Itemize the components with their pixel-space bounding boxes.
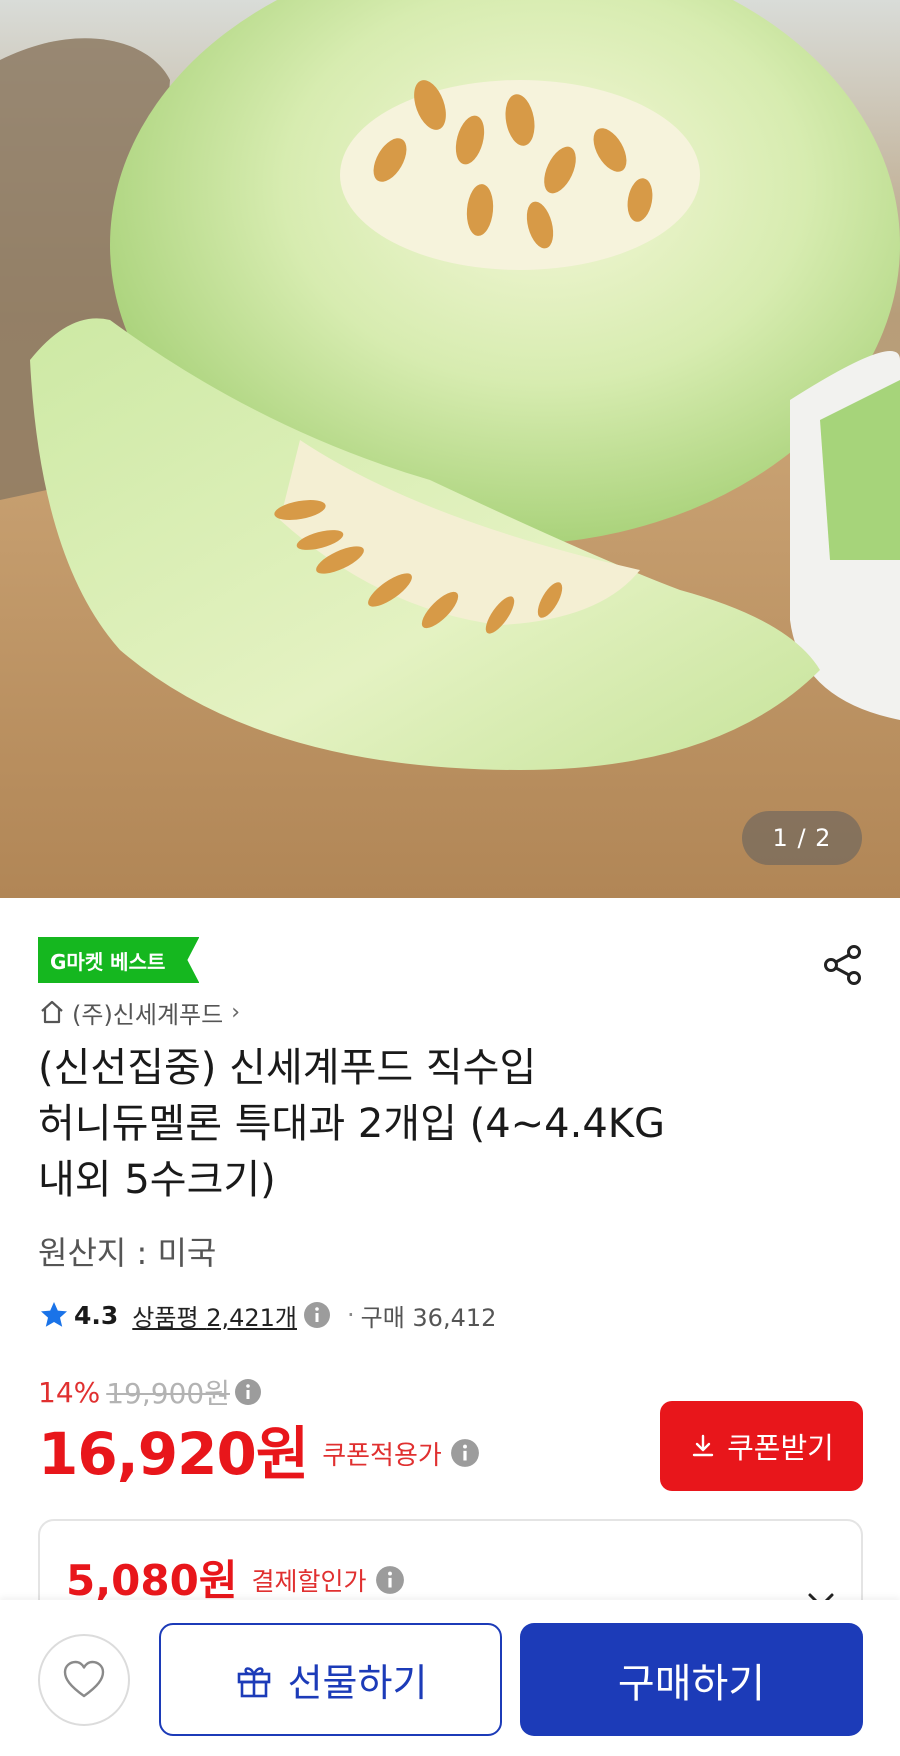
image-page-counter: 1 / 2 [742,811,862,865]
buy-button[interactable]: 구매하기 [520,1623,863,1736]
coupon-price: 16,920원 [38,1420,309,1488]
review-link[interactable]: 상품평 2,421개 [132,1298,297,1333]
chevron-right-icon: › [231,999,241,1025]
separator-dot: · [346,1301,355,1329]
purchase-count: 구매 36,412 [360,1303,497,1332]
gift-icon [237,1666,270,1697]
review-count: 2,421개 [206,1303,297,1332]
coupon-price-row: 16,920원 쿠폰적용가 [38,1415,480,1488]
get-coupon-button[interactable]: 쿠폰받기 [660,1401,863,1491]
seller-name: (주)신세계푸드 [72,1000,224,1029]
gmarket-best-badge: G마켓 베스트 [38,937,199,983]
home-icon [41,1000,63,1024]
share-button[interactable] [818,940,868,990]
payment-discount-label: 결제할인가 [251,1567,367,1596]
rating-row: 4.3 상품평 2,421개 · 구매 36,412 [38,1295,496,1335]
bottom-action-bar: 선물하기 구매하기 [0,1600,900,1756]
payment-discount-price: 5,080원 [66,1555,238,1605]
info-icon[interactable] [375,1565,405,1595]
info-icon[interactable] [303,1301,331,1329]
product-title-line: 내외 5수크기) [38,1157,276,1203]
seller-link[interactable]: (주)신세계푸드 › [38,994,240,1030]
review-label: 상품평 [132,1303,199,1332]
gift-button-label: 선물하기 [287,1661,428,1705]
gift-button[interactable]: 선물하기 [159,1623,502,1736]
star-icon [41,1302,67,1327]
original-price: 19,900원 [106,1377,230,1410]
product-title-line: 허니듀멜론 특대과 2개입 (4~4.4KG [38,1101,666,1147]
share-icon [824,945,861,985]
product-title: (신선집중) 신세계푸드 직수입 허니듀멜론 특대과 2개입 (4~4.4KG … [38,1040,858,1208]
origin-country: 원산지 : 미국 [38,1234,217,1272]
info-icon[interactable] [234,1378,262,1406]
heart-icon [63,1660,105,1698]
download-icon [692,1434,714,1457]
product-title-line: (신선집중) 신세계푸드 직수입 [38,1045,537,1091]
discount-percent: 14% [38,1375,101,1409]
get-coupon-label: 쿠폰받기 [727,1433,834,1465]
info-icon[interactable] [450,1438,480,1468]
buy-button-label: 구매하기 [617,1660,766,1707]
melon-illustration [0,0,900,898]
coupon-price-label: 쿠폰적용가 [322,1440,442,1471]
rating-score: 4.3 [74,1300,119,1330]
wishlist-button[interactable] [38,1634,130,1726]
product-image[interactable]: 1 / 2 [0,0,900,898]
original-price-row: 14% 19,900원 [38,1372,262,1412]
